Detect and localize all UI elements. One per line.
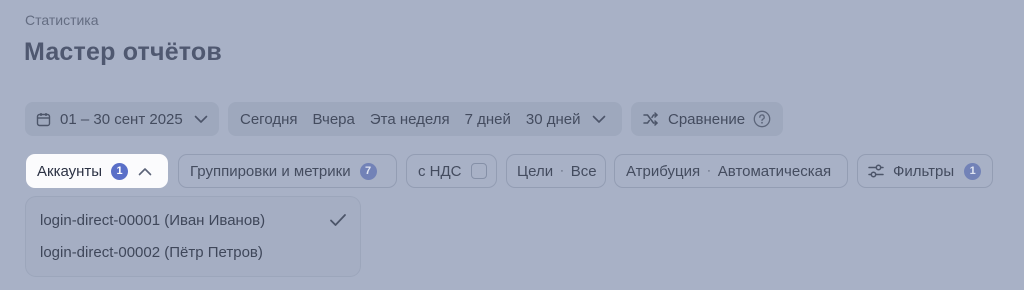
check-icon: [329, 213, 347, 227]
calendar-icon: [36, 112, 51, 127]
quick-range-selector: Сегодня Вчера Эта неделя 7 дней 30 дней: [228, 102, 622, 136]
chevron-down-icon: [194, 115, 208, 124]
groupings-metrics-button[interactable]: Группировки и метрики 7: [178, 154, 397, 188]
vat-toggle[interactable]: с НДС: [406, 154, 497, 188]
goals-value: Все: [570, 162, 597, 180]
compare-label: Сравнение: [668, 110, 746, 128]
attribution-selector[interactable]: Атрибуция · Автоматическая: [614, 154, 848, 188]
page-title: Мастер отчётов: [24, 38, 222, 66]
account-option[interactable]: login-direct-00002 (Пётр Петров): [40, 244, 263, 261]
account-option[interactable]: login-direct-00001 (Иван Иванов): [40, 212, 265, 229]
groupings-count-badge: 7: [359, 162, 377, 180]
filters-count-badge: 1: [964, 162, 982, 180]
range-this-week[interactable]: Эта неделя: [370, 111, 450, 128]
accounts-label: Аккаунты: [37, 162, 103, 180]
goals-selector[interactable]: Цели · Все: [506, 154, 606, 188]
chevron-up-icon: [138, 167, 152, 176]
date-range-picker[interactable]: 01 – 30 сент 2025: [25, 102, 219, 136]
filters-button[interactable]: Фильтры 1: [857, 154, 993, 188]
accounts-count-badge: 1: [111, 162, 129, 180]
sliders-icon: [868, 164, 884, 178]
help-icon[interactable]: [753, 110, 771, 128]
breadcrumb[interactable]: Статистика: [25, 12, 99, 28]
chevron-down-icon[interactable]: [592, 115, 606, 124]
range-30-days[interactable]: 30 дней: [526, 111, 581, 128]
shuffle-icon: [643, 112, 659, 126]
range-7-days[interactable]: 7 дней: [465, 111, 511, 128]
attribution-label: Атрибуция: [626, 162, 701, 180]
separator-dot: ·: [707, 165, 711, 177]
attribution-value: Автоматическая: [717, 162, 832, 180]
range-yesterday[interactable]: Вчера: [313, 111, 355, 128]
filters-label: Фильтры: [893, 162, 955, 180]
vat-label: с НДС: [418, 162, 462, 180]
groupings-label: Группировки и метрики: [190, 162, 351, 180]
separator-dot: ·: [560, 165, 564, 177]
date-range-label: 01 – 30 сент 2025: [60, 110, 183, 128]
compare-button[interactable]: Сравнение: [631, 102, 783, 136]
accounts-button[interactable]: Аккаунты 1: [26, 154, 168, 188]
goals-label: Цели: [517, 162, 554, 180]
accounts-dropdown: login-direct-00001 (Иван Иванов) login-d…: [26, 197, 360, 276]
range-today[interactable]: Сегодня: [240, 111, 298, 128]
vat-checkbox[interactable]: [470, 163, 487, 179]
